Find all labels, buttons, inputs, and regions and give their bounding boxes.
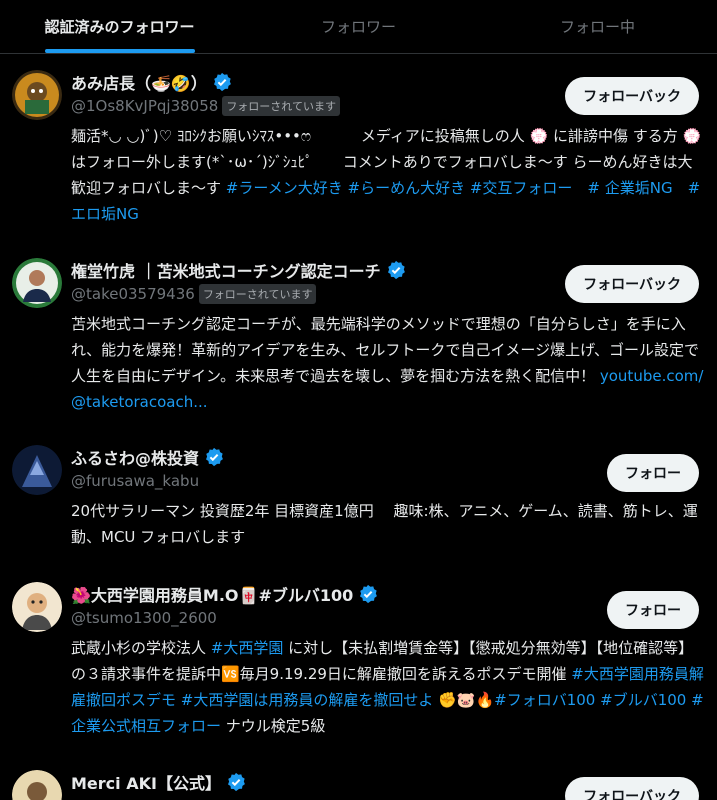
display-name[interactable]: ふるさわ@株投資 [71, 445, 199, 469]
display-name[interactable]: Merci AKI【公式】 [71, 770, 221, 794]
follow-button[interactable]: フォロー [607, 591, 699, 629]
tab-following[interactable]: フォロー中 [478, 0, 717, 53]
bio-text: 20代サラリーマン 投資歴2年 目標資産1億円 趣味:株、アニメ、ゲーム、読書、… [71, 502, 698, 546]
tab-followers[interactable]: フォロワー [239, 0, 478, 53]
handle: @furusawa_kabu [71, 472, 200, 490]
follow-back-button[interactable]: フォローバック [565, 777, 699, 800]
handle: @tsumo1300_2600 [71, 609, 217, 627]
verified-badge-icon [358, 584, 378, 604]
avatar[interactable] [12, 258, 62, 308]
user-bio: 20代サラリーマン 投資歴2年 目標資産1億円 趣味:株、アニメ、ゲーム、読書、… [71, 498, 705, 550]
follow-back-button[interactable]: フォローバック [565, 265, 699, 303]
verified-badge-icon [386, 260, 406, 280]
user-bio: 武蔵小杉の学校法人 #大西学園 に対し【未払割増賃金等】【懲戒処分無効等】【地位… [71, 635, 705, 739]
user-bio: 麺活*◡ ◡)ﾞ)♡ ﾖﾛｼｸお願いｼﾏｽ•••ෆ メディアに投稿無しの人 💮 … [71, 123, 705, 227]
display-name[interactable]: あみ店長（🍜🤣） [71, 70, 207, 94]
display-name[interactable]: 権堂竹虎 ｜苫米地式コーチング認定コーチ [71, 258, 381, 282]
follows-you-badge: フォローされています [222, 96, 340, 116]
follow-back-button[interactable]: フォローバック [565, 77, 699, 115]
bio-text: ✊🐷🔥 [433, 691, 495, 709]
avatar[interactable] [12, 70, 62, 120]
handle: @take03579436 [71, 285, 195, 303]
follow-button[interactable]: フォロー [607, 454, 699, 492]
user-bio: 苫米地式コーチング認定コーチが、最先端科学のメソッドで理想の「自分らしさ」を手に… [71, 311, 705, 415]
verified-badge-icon [212, 72, 232, 92]
tab-bar: 認証済みのフォロワー フォロワー フォロー中 [0, 0, 717, 54]
avatar[interactable] [12, 445, 62, 495]
tab-label: 認証済みのフォロワー [44, 18, 195, 36]
display-name[interactable]: 🌺大西学園用務員M.O🀄#ブルバ100 [71, 582, 353, 606]
avatar[interactable] [12, 770, 62, 800]
hashtag-link[interactable]: #大西学園 [211, 639, 284, 657]
verified-badge-icon [204, 447, 224, 467]
tab-label: フォロワー [320, 18, 396, 36]
verified-badge-icon [226, 772, 246, 792]
active-tab-indicator [44, 49, 195, 53]
follows-you-badge: フォローされています [198, 284, 317, 304]
bio-text: ナウル検定5級 [221, 717, 326, 735]
tab-verified-followers[interactable]: 認証済みのフォロワー [0, 0, 239, 53]
handle: @1Os8KvJPqj38058 [71, 97, 219, 115]
bio-text: 武蔵小杉の学校法人 [71, 639, 211, 657]
tab-label: フォロー中 [559, 18, 635, 36]
avatar[interactable] [12, 582, 62, 632]
